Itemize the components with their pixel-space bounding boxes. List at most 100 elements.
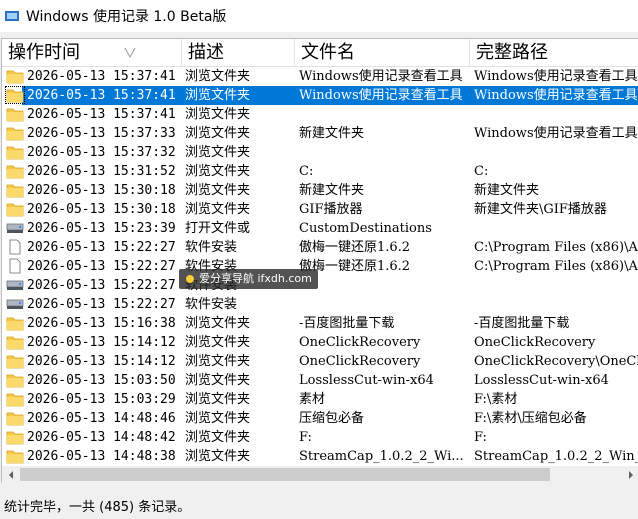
table-row[interactable]: 2026-05-13 15:37:41 浏览文件夹 Windows使用记录查看工具 W… xyxy=(2,67,638,86)
column-header-time[interactable]: 操作时间 xyxy=(2,39,182,66)
table-row[interactable]: 2026-05-13 15:30:18 浏览文件夹 GIF播放器 新建文件夹\GIF播… xyxy=(2,200,638,219)
table-row[interactable]: 2026-05-13 15:22:27软件安装 xyxy=(2,295,638,314)
cell-desc: 浏览文件夹 xyxy=(185,354,251,369)
folder-icon xyxy=(6,355,24,369)
chevron-right-icon xyxy=(628,470,633,479)
status-bar: 统计完毕，一共 (485) 条记录。 xyxy=(0,497,638,519)
scroll-right-button[interactable] xyxy=(622,466,638,483)
cell-desc: 浏览文件夹 xyxy=(185,202,251,217)
table-row[interactable]: 2026-05-13 15:23:39 打开文件或 CustomDestinatio… xyxy=(2,219,638,238)
cell-filename: C: xyxy=(299,164,314,179)
cell-path xyxy=(474,105,638,124)
folder-icon xyxy=(6,317,24,331)
cell-path xyxy=(474,219,638,238)
table-row[interactable]: 2026-05-13 14:48:38 浏览文件夹 StreamCap_1.0.2_… xyxy=(2,447,638,466)
table-row[interactable]: 2026-05-13 15:03:29 浏览文件夹 素材 F:\素材 xyxy=(2,390,638,409)
folder-icon xyxy=(6,127,24,141)
folder-icon xyxy=(6,146,24,160)
cell-time: 2026-05-13 15:37:41 xyxy=(27,107,176,122)
cell-path: 新建文件夹\GIF播放器 xyxy=(474,202,607,217)
chevron-left-icon xyxy=(8,470,13,479)
cell-time: 2026-05-13 15:30:18 xyxy=(27,183,176,198)
title-bar: Windows 使用记录 1.0 Beta版 xyxy=(0,0,638,32)
column-header-path[interactable]: 完整路径 xyxy=(470,39,638,66)
table-row[interactable]: 2026-05-13 15:16:38 浏览文件夹 -百度图批量下载 -百度图批量下载 xyxy=(2,314,638,333)
cell-path: StreamCap_1.0.2_2_Win_x6 xyxy=(474,449,638,464)
cell-desc: 浏览文件夹 xyxy=(185,69,251,84)
cell-time: 2026-05-13 15:22:27 xyxy=(27,278,176,293)
table-row[interactable]: 2026-05-13 15:22:27软件安装 xyxy=(2,276,638,295)
cell-desc: 浏览文件夹 xyxy=(185,145,251,160)
cell-path: F:\素材 xyxy=(474,392,518,407)
folder-icon xyxy=(6,450,24,464)
cell-path xyxy=(474,143,638,162)
cell-time: 2026-05-13 14:48:38 xyxy=(27,449,176,464)
cell-desc: 打开文件或 xyxy=(185,221,251,236)
table-row[interactable]: 2026-05-13 14:48:46 浏览文件夹 压缩包必备 F:\素材\压缩包必备 xyxy=(2,409,638,428)
column-header-path-label: 完整路径 xyxy=(476,42,548,63)
sort-down-icon xyxy=(124,47,136,59)
table-row[interactable]: 2026-05-13 15:14:12 浏览文件夹 OneClickRecovery… xyxy=(2,352,638,371)
cell-desc: 浏览文件夹 xyxy=(185,316,251,331)
table-row[interactable]: 2026-05-13 15:30:18 浏览文件夹 新建文件夹 新建文件夹 xyxy=(2,181,638,200)
cell-desc: 浏览文件夹 xyxy=(185,449,251,464)
drive-icon xyxy=(6,280,24,290)
table-row[interactable]: 2026-05-13 15:22:27 软件安装 傲梅一键还原1.6.2 C:\Pro… xyxy=(2,238,638,257)
folder-icon xyxy=(6,70,24,84)
column-header-desc[interactable]: 描述 xyxy=(182,39,295,66)
column-header-desc-label: 描述 xyxy=(188,42,224,63)
cell-desc: 浏览文件夹 xyxy=(185,183,251,198)
table-row[interactable]: 2026-05-13 15:37:41 浏览文件夹 Windows使用记录查看工具 W… xyxy=(2,86,638,105)
horizontal-scrollbar[interactable] xyxy=(1,466,638,483)
watermark-text: 爱分享导航 ifxdh.com xyxy=(199,272,312,285)
cell-time: 2026-05-13 15:03:29 xyxy=(27,392,176,407)
cell-filename: F: xyxy=(299,430,312,445)
cell-time: 2026-05-13 15:31:52 xyxy=(27,164,176,179)
table-row[interactable]: 2026-05-13 15:37:33 浏览文件夹 新建文件夹 Windows使用记录… xyxy=(2,124,638,143)
cell-path: -百度图批量下载 xyxy=(474,316,570,331)
cell-filename xyxy=(299,276,469,295)
cell-time: 2026-05-13 15:22:27 xyxy=(27,297,176,312)
cell-time: 2026-05-13 15:30:18 xyxy=(27,202,176,217)
cell-path: Windows使用记录查看工具 xyxy=(474,69,638,84)
cell-filename: Windows使用记录查看工具 xyxy=(299,88,463,103)
cell-time: 2026-05-13 14:48:42 xyxy=(27,430,176,445)
doc-icon xyxy=(9,239,21,255)
cell-filename: OneClickRecovery xyxy=(299,354,421,369)
cell-desc: 浏览文件夹 xyxy=(185,107,251,122)
drive-icon xyxy=(6,299,24,309)
folder-icon xyxy=(6,374,24,388)
cell-desc: 浏览文件夹 xyxy=(185,411,251,426)
table-row[interactable]: 2026-05-13 15:31:52 浏览文件夹 C: C: xyxy=(2,162,638,181)
column-header-filename[interactable]: 文件名 xyxy=(295,39,470,66)
folder-icon xyxy=(5,86,25,104)
cell-time: 2026-05-13 15:37:32 xyxy=(27,145,176,160)
table-row[interactable]: 2026-05-13 14:48:42 浏览文件夹 F: F: xyxy=(2,428,638,447)
folder-icon xyxy=(6,108,24,122)
list-header: 操作时间 描述 文件名 完整路径 xyxy=(2,39,638,67)
folder-icon xyxy=(6,412,24,426)
table-row[interactable]: 2026-05-13 15:03:50 浏览文件夹 LosslessCut-win-… xyxy=(2,371,638,390)
cell-path: Windows使用记录查看工具\ xyxy=(474,88,638,103)
cell-time: 2026-05-13 15:23:39 xyxy=(27,221,176,236)
table-row[interactable]: 2026-05-13 15:22:27 软件安装 傲梅一键还原1.6.2 C:\Pro… xyxy=(2,257,638,276)
cell-desc: 浏览文件夹 xyxy=(185,164,251,179)
doc-icon xyxy=(9,258,21,274)
table-row[interactable]: 2026-05-13 15:14:12 浏览文件夹 OneClickRecovery… xyxy=(2,333,638,352)
cell-path: 新建文件夹 xyxy=(474,183,540,198)
cell-filename: OneClickRecovery xyxy=(299,335,421,350)
table-row[interactable]: 2026-05-13 15:37:41 浏览文件夹 xyxy=(2,105,638,124)
app-icon xyxy=(5,11,19,21)
cell-desc: 浏览文件夹 xyxy=(185,392,251,407)
folder-icon xyxy=(6,393,24,407)
cell-filename: -百度图批量下载 xyxy=(299,316,395,331)
scroll-thumb[interactable] xyxy=(20,468,550,481)
table-row[interactable]: 2026-05-13 15:37:32 浏览文件夹 xyxy=(2,143,638,162)
cell-path: OneClickRecovery\OneClic xyxy=(474,354,638,369)
scroll-left-button[interactable] xyxy=(2,466,19,483)
record-list[interactable]: 操作时间 描述 文件名 完整路径 2026-05-13 15:37:41 浏览文件… xyxy=(1,38,638,467)
cell-time: 2026-05-13 15:03:50 xyxy=(27,373,176,388)
column-header-time-label: 操作时间 xyxy=(8,42,80,63)
cell-time: 2026-05-13 15:16:38 xyxy=(27,316,176,331)
cell-path xyxy=(474,276,638,295)
